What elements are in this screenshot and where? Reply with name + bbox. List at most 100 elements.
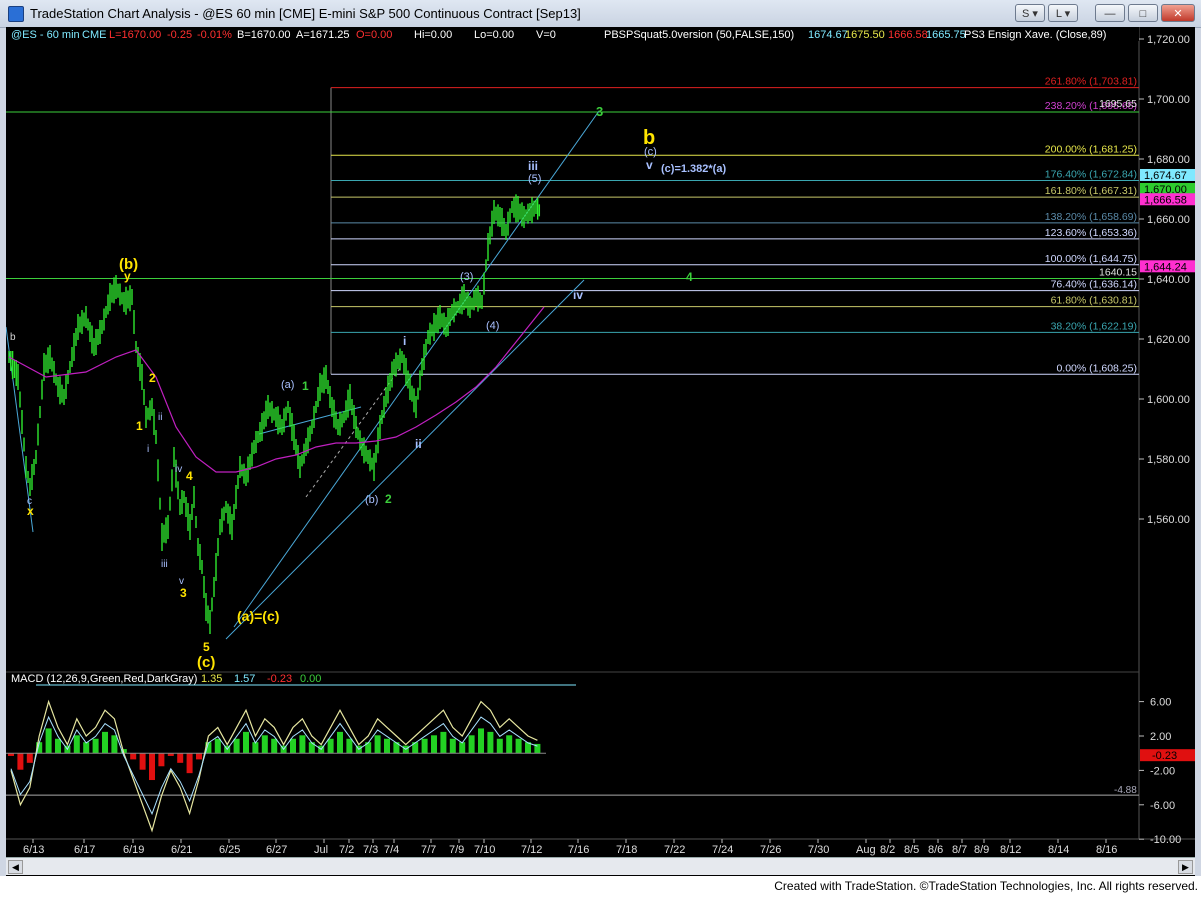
maximize-button[interactable]: □: [1128, 4, 1158, 22]
macd-histogram-bar: [26, 753, 33, 763]
copyright-text: Created with TradeStation. ©TradeStation…: [774, 879, 1198, 893]
horizontal-scrollbar[interactable]: ◀ ▶: [6, 857, 1195, 875]
time-tick-label: 7/10: [474, 844, 495, 856]
time-tick-label: Jul: [314, 844, 328, 856]
macd-histogram-bar: [487, 731, 494, 754]
macd-histogram-bar: [449, 738, 456, 754]
time-tick-label: 6/17: [74, 844, 95, 856]
macd-histogram-bar: [45, 728, 52, 754]
macd-histogram-bar: [496, 738, 503, 754]
macd-histogram-bar: [506, 735, 513, 754]
application-window: TradeStation Chart Analysis - @ES 60 min…: [0, 0, 1201, 898]
macd-reference-label: -4.88: [1114, 785, 1137, 796]
macd-histogram-bar: [102, 731, 108, 754]
time-tick-label: 7/24: [712, 844, 733, 856]
time-tick-label: 7/30: [808, 844, 829, 856]
fib-level-label: 38.20% (1,622.19): [1051, 320, 1137, 332]
time-tick-label: 7/4: [384, 844, 399, 856]
macd-histogram-bar: [158, 753, 165, 767]
macd-histogram-bar: [290, 738, 296, 754]
link-button[interactable]: L ▾: [1048, 4, 1078, 22]
price-tick-label: 1,600.00: [1147, 394, 1190, 406]
header-field: V=0: [536, 29, 556, 41]
wave-label-p3: (3): [460, 271, 473, 283]
macd-histogram-bar: [139, 753, 146, 770]
close-button[interactable]: ✕: [1161, 4, 1195, 22]
wave-label-iii-small: iii: [161, 559, 168, 570]
macd-histogram-bar: [421, 738, 428, 754]
macd-histogram-bar: [459, 742, 466, 754]
macd-histogram-bar: [431, 735, 437, 754]
fib-level-label: 100.00% (1,644.75): [1045, 253, 1137, 265]
title-bar[interactable]: TradeStation Chart Analysis - @ES 60 min…: [0, 0, 1201, 28]
macd-histogram-bar: [252, 742, 259, 754]
wave-label-p4: (4): [486, 320, 499, 332]
time-tick-label: 8/6: [928, 844, 943, 856]
scroll-right-icon[interactable]: ▶: [1178, 860, 1193, 874]
macd-value: 0.00: [300, 673, 321, 685]
macd-histogram-bar: [214, 738, 221, 754]
wave-label-ii-roman: ii: [415, 437, 422, 451]
time-tick-label: Aug: [856, 844, 876, 856]
macd-histogram-bar: [271, 738, 278, 754]
wave-label-c-small: (c): [644, 146, 657, 158]
macd-histogram-bar: [196, 753, 202, 760]
scroll-left-icon[interactable]: ◀: [8, 860, 23, 874]
time-tick-label: 7/18: [616, 844, 637, 856]
macd-title: MACD (12,26,9,Green,Red,DarkGray): [11, 673, 197, 685]
price-tick-label: 1,560.00: [1147, 514, 1190, 526]
price-tick-label: 1,720.00: [1147, 34, 1190, 46]
level-label-lower: 1640.15: [1099, 267, 1137, 279]
link-label: L: [1055, 8, 1062, 20]
wave-label-n3: 3: [180, 586, 187, 600]
price-badge-label: 1,674.67: [1144, 170, 1187, 182]
macd-histogram-bar: [384, 738, 390, 754]
moving-average-line: [8, 306, 545, 473]
macd-histogram-bar: [299, 735, 306, 754]
time-tick-label: 7/12: [521, 844, 542, 856]
chart-area[interactable]: 261.80% (1,703.81) 238.20% (1,695.65) 200.…: [5, 27, 1195, 876]
header-field: L=1670.00: [109, 29, 161, 41]
close-icon: ✕: [1173, 8, 1183, 20]
time-tick-label: 8/16: [1096, 844, 1117, 856]
window-title: TradeStation Chart Analysis - @ES 60 min…: [30, 6, 581, 21]
wave-label-c-paren: (c): [197, 654, 215, 671]
wave-label-g3: 3: [596, 104, 603, 119]
app-icon: [8, 6, 24, 22]
wave-label-iv-roman: iv: [573, 288, 583, 302]
macd-histogram-bar: [55, 738, 61, 754]
fib-level-label: 161.80% (1,667.31): [1045, 185, 1137, 197]
price-chart[interactable]: 261.80% (1,703.81)238.20% (1,695.65)200.…: [5, 27, 1195, 857]
macd-histogram-bar: [111, 735, 118, 754]
fib-level-label: 138.20% (1,658.69): [1045, 211, 1137, 223]
time-tick-label: 8/12: [1000, 844, 1021, 856]
fib-level-label: 0.00% (1,608.25): [1056, 362, 1137, 374]
header-field: A=1671.25: [296, 29, 350, 41]
time-tick-label: 7/9: [449, 844, 464, 856]
time-tick-label: 8/9: [974, 844, 989, 856]
header-field: O=0.00: [356, 29, 392, 41]
price-badge-label: 1,666.58: [1144, 194, 1187, 206]
header-field: Hi=0.00: [414, 29, 452, 41]
time-tick-label: 7/2: [339, 844, 354, 856]
level-label-upper: 1695.65: [1099, 98, 1137, 110]
macd-histogram-bar: [17, 753, 24, 770]
macd-tick-label: 2.00: [1150, 731, 1171, 743]
trend-channel-line: [233, 110, 600, 628]
header-field: 1666.58: [888, 29, 928, 41]
symbol-link-button[interactable]: S ▾: [1015, 4, 1045, 22]
macd-histogram-bar: [233, 738, 240, 754]
time-tick-label: 7/26: [760, 844, 781, 856]
macd-histogram-bar: [337, 731, 343, 754]
macd-line: [10, 699, 538, 833]
header-field: -0.01%: [197, 29, 232, 41]
macd-histogram-bar: [478, 728, 484, 754]
wave-label-c-ratio: (c)=1.382*(a): [661, 163, 726, 175]
price-tick-label: 1,640.00: [1147, 274, 1190, 286]
macd-histogram-bar: [261, 735, 268, 754]
fib-level-label: 76.40% (1,636.14): [1051, 279, 1137, 291]
minimize-button[interactable]: —: [1095, 4, 1125, 22]
macd-histogram-bar: [468, 735, 475, 754]
wave-label-n4: 4: [186, 469, 193, 483]
wave-label-iv-small: iv: [175, 464, 182, 475]
